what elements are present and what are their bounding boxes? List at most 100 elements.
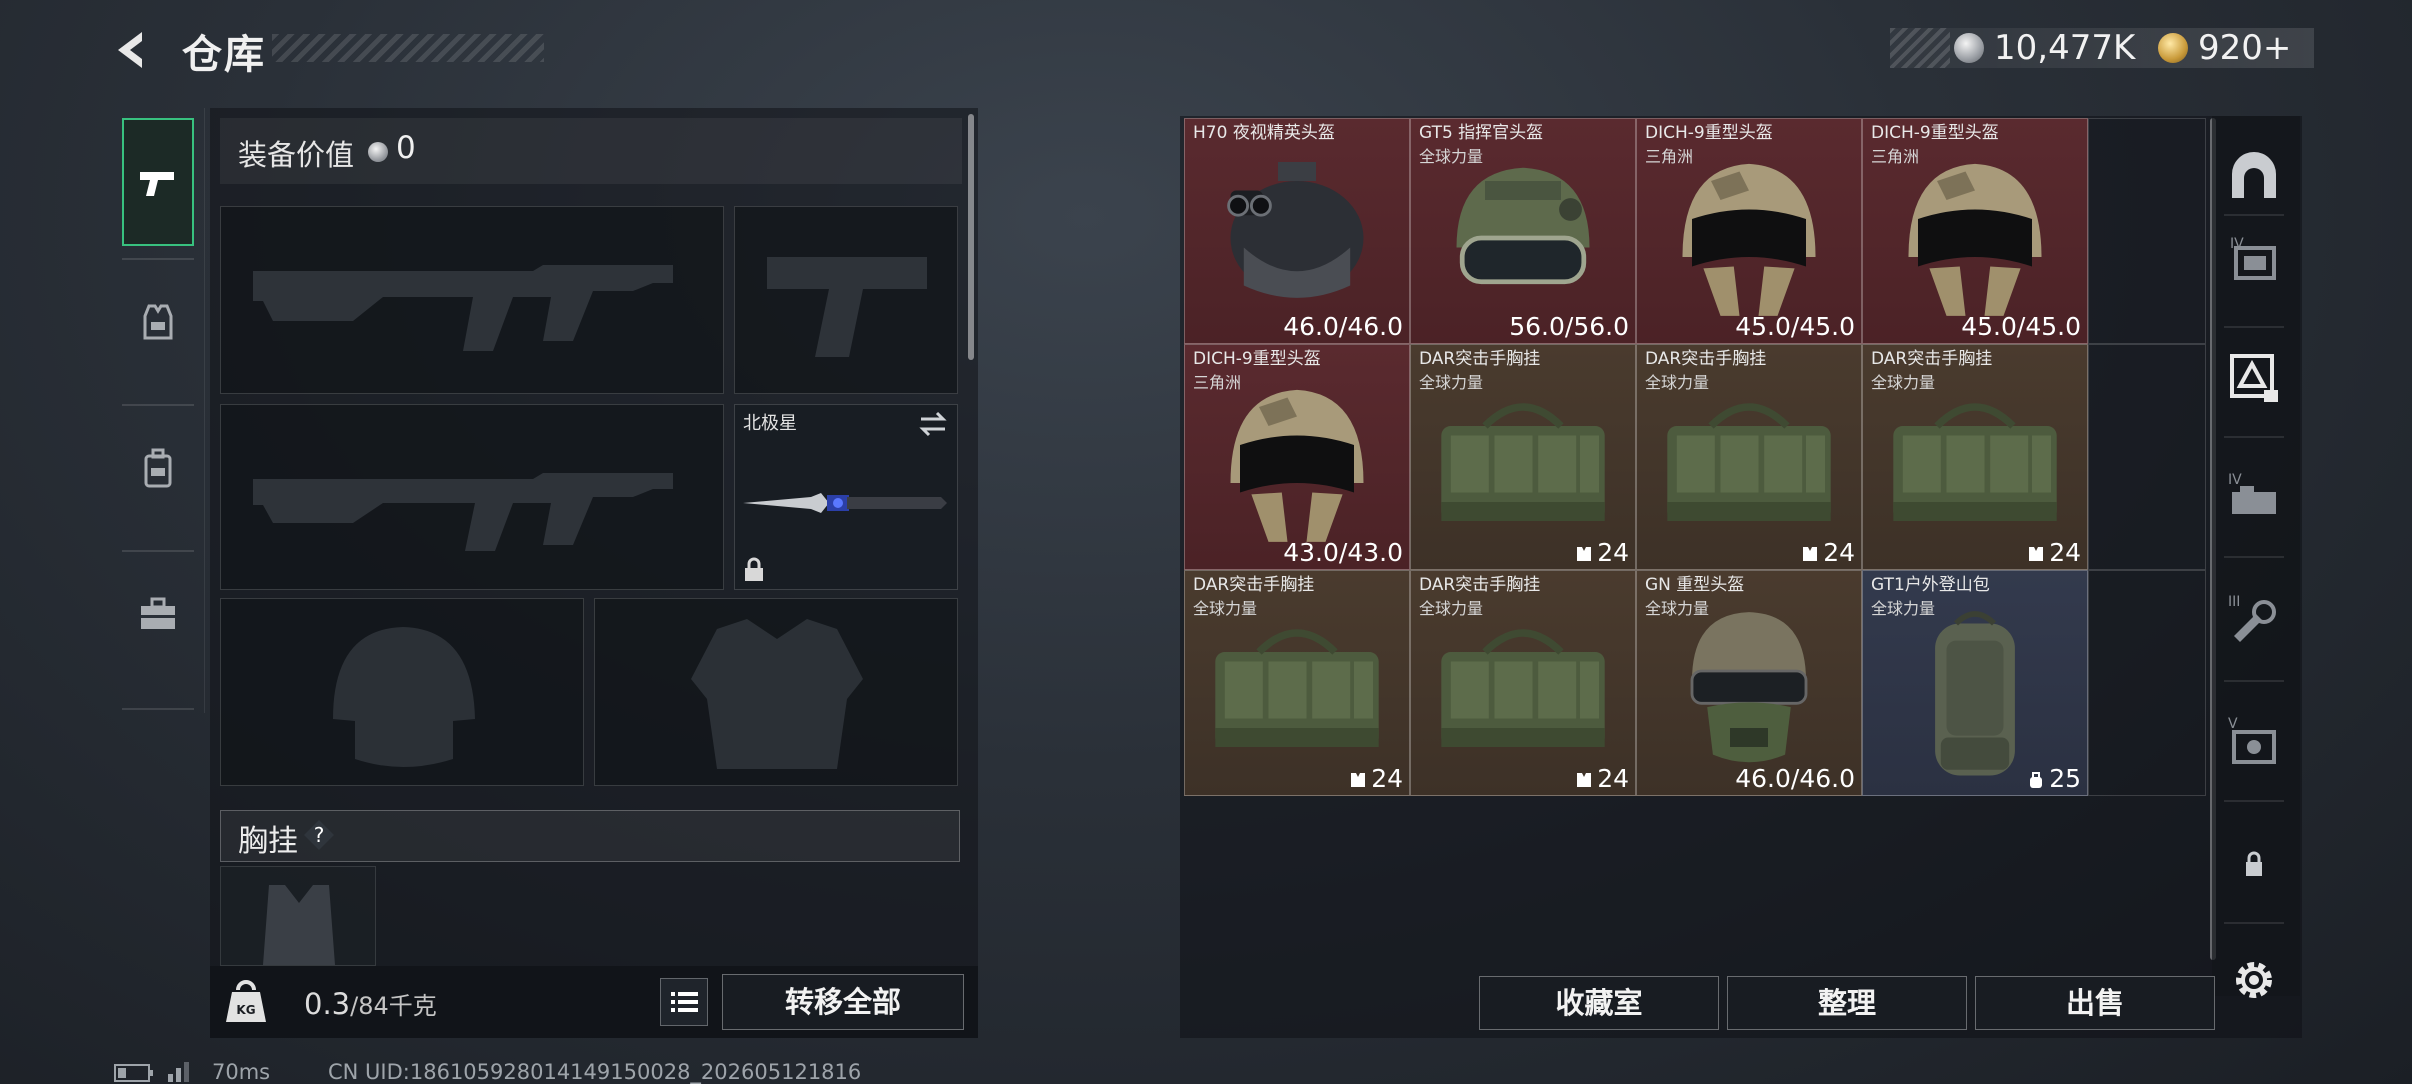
armor-silhouette-icon [691, 619, 863, 769]
arch-icon[interactable] [2226, 148, 2282, 204]
chest-rig-icon [1667, 403, 1831, 521]
grid-cell[interactable] [2088, 344, 2206, 570]
chest-rig-capacity-icon [1577, 773, 1592, 787]
list-icon [671, 992, 698, 1012]
stash-item-dich-helmet[interactable]: DICH-9重型头盔 三角洲 45.0/45.0 [1862, 118, 2088, 344]
equip-value: 0 [396, 130, 416, 166]
weight-icon: KG [226, 980, 266, 1022]
sidearm-slot[interactable] [734, 206, 958, 394]
pistol-icon [140, 172, 174, 196]
chest-rig-capacity-icon [2029, 547, 2044, 561]
chest-rig-capacity-icon [1351, 773, 1366, 787]
stash-item-dich-helmet[interactable]: DICH-9重型头盔 三角洲 43.0/43.0 [1184, 344, 1410, 570]
tab-weapons[interactable] [122, 118, 194, 246]
svg-text:III: III [2228, 594, 2240, 610]
chest-rig-capacity-icon [1577, 547, 1592, 561]
stash-item-gt5-helmet[interactable]: GT5 指挥官头盔 全球力量 56.0/56.0 [1410, 118, 1636, 344]
ping-readout: 70ms [212, 1060, 271, 1084]
loadout-scrollbar[interactable] [968, 114, 974, 360]
tab-backpack[interactable] [122, 404, 194, 532]
rifle-silhouette-icon [253, 265, 673, 351]
helmet-slot[interactable] [220, 598, 584, 786]
stash-item-chest-rig[interactable]: DAR突击手胸挂 全球力量 24 [1410, 344, 1636, 570]
svg-text:?: ? [314, 823, 325, 847]
transfer-all-button[interactable]: 转移全部 [722, 974, 964, 1030]
swap-icon[interactable] [917, 411, 949, 437]
item-name: DAR突击手胸挂 [1871, 349, 1993, 369]
item-name: DICH-9重型头盔 [1193, 349, 1321, 369]
weight-readout: 0.3/84千克 [304, 987, 437, 1021]
svg-text:IV: IV [2228, 472, 2242, 488]
lock-icon [745, 557, 763, 581]
chest-rig-slot[interactable] [220, 866, 376, 966]
helmet-silhouette-icon [333, 627, 475, 767]
stash-expansion-icon[interactable] [2226, 350, 2282, 406]
list-view-button[interactable] [660, 978, 708, 1026]
item-value: 24 [1801, 538, 1855, 567]
melee-name: 北极星 [743, 413, 797, 434]
item-name: GT5 指挥官头盔 [1419, 123, 1544, 143]
equip-value-label: 装备价值 [238, 138, 355, 172]
item-name: DAR突击手胸挂 [1419, 575, 1541, 595]
silver-coin-icon [368, 142, 388, 162]
item-faction: 三角洲 [1871, 147, 1920, 166]
item-value: 56.0/56.0 [1509, 312, 1629, 341]
tier-v-gear-icon[interactable]: V [2226, 714, 2282, 770]
grid-cell[interactable] [2088, 118, 2206, 344]
collection-room-button[interactable]: 收藏室 [1479, 976, 1719, 1030]
sell-button[interactable]: 出售 [1975, 976, 2215, 1030]
back-arrow-icon[interactable] [112, 28, 156, 72]
item-faction: 全球力量 [1419, 373, 1484, 392]
tier-iv-case-icon[interactable]: IV [2226, 230, 2282, 286]
armor-slot[interactable] [594, 598, 958, 786]
stash-item-backpack[interactable]: GT1户外登山包 全球力量 25 [1862, 570, 2088, 796]
stash-item-nv-helmet[interactable]: H70 夜视精英头盔 46.0/46.0 [1184, 118, 1410, 344]
currency-bar: 10,477K 920+ [1890, 28, 2314, 68]
silver-amount: 10,477K [1994, 28, 2136, 68]
backpack-icon [144, 448, 172, 488]
help-icon[interactable]: ? [302, 818, 336, 852]
chest-rig-icon [1215, 629, 1379, 747]
item-faction: 全球力量 [1871, 373, 1936, 392]
organize-button[interactable]: 整理 [1727, 976, 1967, 1030]
page-title: 仓库 [182, 32, 266, 78]
item-faction: 全球力量 [1193, 599, 1258, 618]
gold-amount[interactable]: 920+ [2198, 28, 2291, 68]
item-faction: 三角洲 [1645, 147, 1694, 166]
stash-item-gn-helmet[interactable]: GN 重型头盔 全球力量 46.0/46.0 [1636, 570, 1862, 796]
tab-armor[interactable] [122, 258, 194, 386]
stash-grid[interactable]: H70 夜视精英头盔 46.0/46.0 GT5 指挥官头盔 全球力量 56.0/56.… [1184, 118, 2206, 798]
item-name: H70 夜视精英头盔 [1193, 123, 1335, 143]
title-decoration [272, 34, 544, 62]
item-name: GT1户外登山包 [1871, 575, 1990, 595]
gear-icon[interactable] [2226, 952, 2282, 1008]
item-name: DAR突击手胸挂 [1193, 575, 1315, 595]
chest-rig-icon [1893, 403, 2057, 521]
backpack-icon [1935, 611, 2015, 776]
item-value: 46.0/46.0 [1283, 312, 1403, 341]
gn-helmet-icon [1690, 612, 1808, 763]
stash-item-dich-helmet[interactable]: DICH-9重型头盔 三角洲 45.0/45.0 [1636, 118, 1862, 344]
item-value: 24 [2027, 538, 2081, 567]
tier-iv-gear-icon[interactable]: IV [2226, 470, 2282, 526]
stash-item-chest-rig[interactable]: DAR突击手胸挂 全球力量 24 [1862, 344, 2088, 570]
item-value: 43.0/43.0 [1283, 538, 1403, 567]
backpack-capacity-icon [2030, 772, 2043, 788]
tier-iii-tool-icon[interactable]: III [2226, 592, 2282, 648]
stash-item-chest-rig[interactable]: DAR突击手胸挂 全球力量 24 [1636, 344, 1862, 570]
grid-cell[interactable] [2088, 570, 2206, 796]
chest-rig-capacity-icon [1803, 547, 1818, 561]
rifle-silhouette-icon [253, 473, 673, 551]
lock-icon [2246, 851, 2262, 876]
primary-weapon-slot[interactable] [220, 206, 724, 394]
secondary-weapon-slot[interactable] [220, 404, 724, 590]
nv-helmet-icon [1227, 162, 1364, 298]
stash-item-chest-rig[interactable]: DAR突击手胸挂 全球力量 24 [1184, 570, 1410, 796]
signal-icon [168, 1062, 189, 1082]
chest-rig-silhouette-icon [263, 885, 335, 965]
tab-case[interactable] [122, 550, 194, 678]
melee-slot[interactable]: 北极星 [734, 404, 958, 590]
stash-item-chest-rig[interactable]: DAR突击手胸挂 全球力量 24 [1410, 570, 1636, 796]
knife-icon [743, 493, 947, 513]
item-faction: 全球力量 [1871, 599, 1936, 618]
